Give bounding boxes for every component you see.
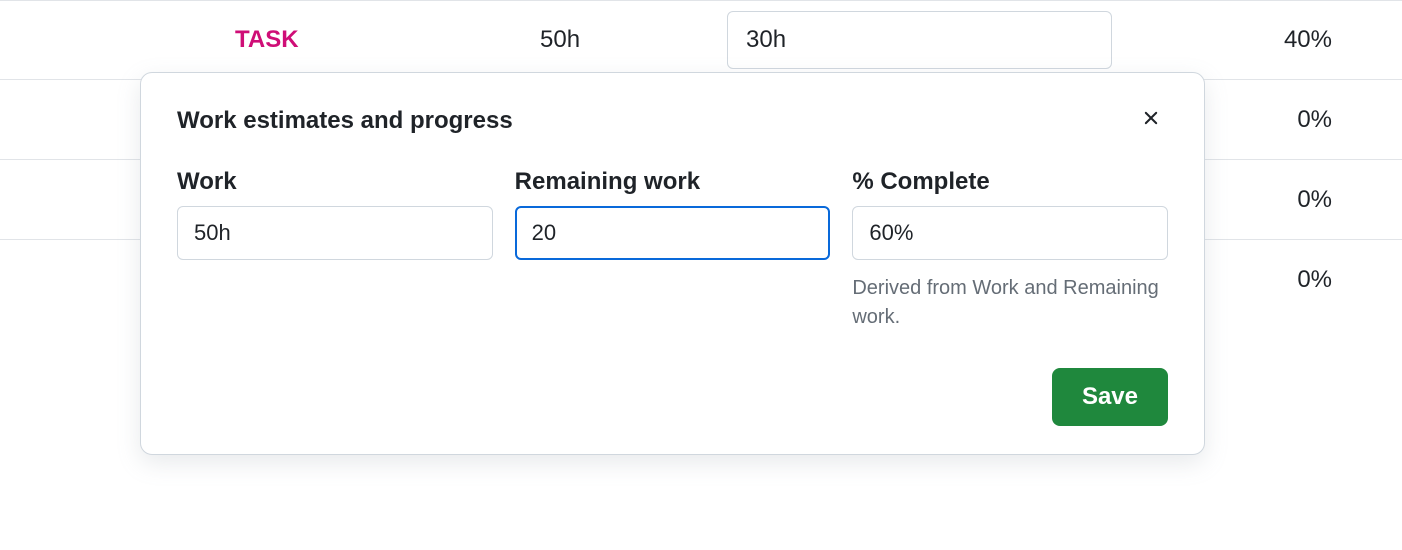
work-estimates-popover: Work estimates and progress Work Remaini… [140, 72, 1205, 455]
save-button[interactable]: Save [1052, 368, 1168, 426]
popover-header: Work estimates and progress [177, 101, 1168, 140]
percent-cell: 0% [1190, 266, 1402, 294]
remaining-cell[interactable]: 30h [720, 11, 1190, 69]
close-button[interactable] [1134, 101, 1168, 140]
percent-complete-label: % Complete [852, 168, 1168, 196]
work-input[interactable] [177, 206, 493, 260]
fields-row: Work Remaining work % Complete Derived f… [177, 168, 1168, 332]
remaining-work-input[interactable] [515, 206, 831, 260]
table-row[interactable]: TASK 50h 30h 40% [0, 0, 1402, 80]
work-label: Work [177, 168, 493, 196]
work-field-group: Work [177, 168, 493, 332]
remaining-cell-value: 30h [727, 11, 1112, 69]
popover-title: Work estimates and progress [177, 107, 513, 135]
percent-complete-input[interactable] [852, 206, 1168, 260]
remaining-work-label: Remaining work [515, 168, 831, 196]
work-cell: 50h [430, 26, 720, 54]
percent-cell: 0% [1190, 106, 1402, 134]
remaining-work-field-group: Remaining work [515, 168, 831, 332]
percent-complete-field-group: % Complete Derived from Work and Remaini… [852, 168, 1168, 332]
popover-footer: Save [177, 368, 1168, 426]
percent-complete-helper: Derived from Work and Remaining work. [852, 274, 1168, 332]
task-name-cell: TASK [0, 26, 430, 54]
close-icon [1140, 107, 1162, 134]
percent-cell: 0% [1190, 186, 1402, 214]
percent-cell: 40% [1190, 26, 1402, 54]
